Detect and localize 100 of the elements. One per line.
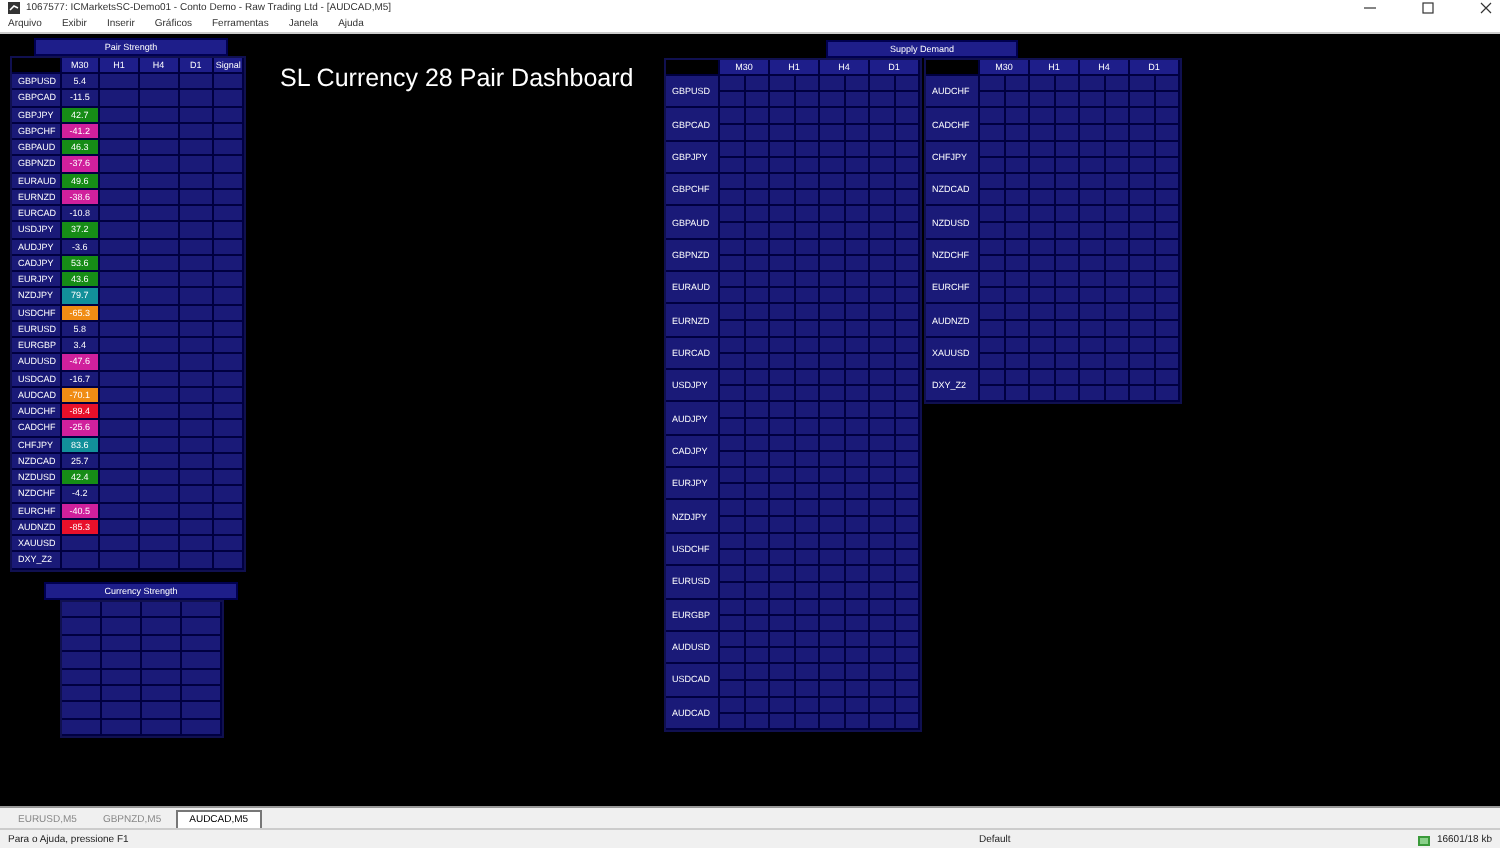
table-cell [139,453,180,470]
table-cell [720,599,770,632]
table-cell [214,189,245,206]
table-cell [214,338,245,355]
dashboard-title: SL Currency 28 Pair Dashboard [280,64,634,92]
table-cell [100,519,140,536]
table-cell [179,107,215,124]
table-cell [100,123,140,140]
table-cell [179,404,215,421]
table-cell [720,402,770,436]
table-cell [102,635,142,653]
table-cell [179,552,215,569]
table-cell [1030,272,1080,305]
table-cell [770,500,820,534]
table-cell [102,618,142,636]
table-cell [720,337,770,371]
table-cell [870,533,920,567]
table-cell [142,602,182,619]
table-cell [142,669,182,686]
table-cell [100,173,140,190]
table-cell [139,470,180,487]
table-cell [720,500,770,534]
table-cell [179,371,215,388]
table-cell [139,321,180,338]
table-cell [720,304,770,338]
table-cell [770,239,820,273]
table-cell [179,123,215,140]
table-cell [100,107,140,124]
table-cell [770,206,820,240]
table-cell [820,76,870,109]
table-cell [179,453,215,470]
table-cell [214,74,245,91]
table-cell [139,288,180,305]
table-cell [214,173,245,190]
table-cell [214,486,245,503]
table-cell [870,76,920,109]
table-cell [139,123,180,140]
table-cell [139,272,180,289]
minimize-icon[interactable] [1364,2,1376,14]
table-cell [820,500,870,534]
table-cell [820,108,870,142]
table-cell [980,108,1030,142]
table-cell [139,206,180,223]
table-cell [1080,370,1130,403]
table-cell [820,206,870,240]
table-cell [179,387,215,404]
table-cell [980,304,1030,338]
table-cell [214,453,245,470]
table-cell [214,321,245,338]
table-cell [100,288,140,305]
table-cell [214,552,245,569]
table-cell [179,536,215,553]
table-cell [179,272,215,289]
table-cell [1030,337,1080,371]
table-cell [1130,337,1180,371]
table-cell [720,697,770,730]
table-cell [214,222,245,239]
table-cell [214,536,245,553]
table-cell [870,174,920,207]
table-cell [770,697,820,730]
table-cell [770,402,820,436]
table-cell [179,420,215,437]
table-cell [142,685,182,703]
table-cell [100,420,140,437]
table-cell [820,631,870,665]
table-cell [1130,174,1180,207]
table-cell [980,174,1030,207]
table-cell [139,173,180,190]
table-cell [214,90,245,107]
table-cell [1030,370,1080,403]
table-cell [100,255,140,272]
table-cell [980,337,1030,371]
table-cell [139,552,180,569]
table-cell [182,618,222,636]
table-cell [100,404,140,421]
table-cell [100,387,140,404]
table-cell [139,354,180,371]
table-cell [100,453,140,470]
table-cell [870,304,920,338]
table-cell [62,702,102,720]
table-cell [179,338,215,355]
table-cell [102,702,142,720]
table-cell [870,468,920,501]
table-cell [182,669,222,686]
table-cell [870,337,920,371]
table-cell [820,599,870,632]
table-cell [980,141,1030,175]
table-cell [820,664,870,698]
table-cell [1080,304,1130,338]
table-cell [182,685,222,703]
table-cell [720,664,770,698]
table-cell [820,370,870,403]
table-cell [870,664,920,698]
table-cell [100,140,140,157]
maximize-icon[interactable] [1422,2,1434,14]
table-cell [820,337,870,371]
table-cell [100,321,140,338]
table-cell [870,141,920,175]
table-cell [770,631,820,665]
close-icon[interactable] [1480,2,1492,14]
